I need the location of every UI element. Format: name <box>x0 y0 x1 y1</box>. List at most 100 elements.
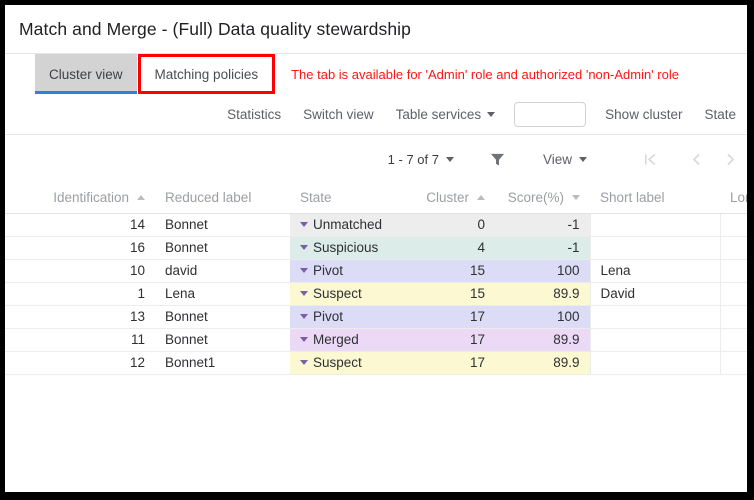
column-header-identification[interactable]: Identification <box>5 183 155 214</box>
column-header-score[interactable]: Score(%) <box>495 183 590 214</box>
first-page-button[interactable] <box>633 144 667 174</box>
table-services-menu[interactable]: Table services <box>385 107 507 122</box>
tab-cluster-view[interactable]: Cluster view <box>35 54 137 94</box>
state-label: Unmatched <box>313 217 383 232</box>
cell-state: Suspicious <box>290 236 400 260</box>
filter-icon <box>490 153 505 165</box>
page-title-bar: Match and Merge - (Full) Data quality st… <box>5 5 747 53</box>
state-label: Merged <box>313 332 359 347</box>
table-services-label: Table services <box>395 106 482 122</box>
cell-identification: 13 <box>5 305 155 329</box>
cell-state: Pivot <box>290 259 400 283</box>
statistics-label: Statistics <box>227 106 282 122</box>
state-label: Pivot <box>313 263 344 278</box>
grid-empty-space <box>5 374 747 465</box>
column-header-label: Short label <box>600 190 665 206</box>
cell-identification: 16 <box>5 236 155 260</box>
pagination-bar: 1 - 7 of 7 View <box>5 135 747 183</box>
table-row[interactable]: 13 Bonnet Pivot 17 100 <box>5 305 747 329</box>
data-grid-container[interactable]: Identification Reduced label State Cluster S… <box>5 183 747 375</box>
cell-cluster: 17 <box>400 351 495 375</box>
cell-short_label <box>589 213 720 237</box>
state-expand-icon[interactable] <box>300 222 308 227</box>
cell-long_label <box>719 328 747 352</box>
table-row[interactable]: 1 Lena Suspect 15 89.9 David <box>5 282 747 306</box>
cell-reduced_label: Bonnet <box>155 236 290 260</box>
column-header-short_label[interactable]: Short label <box>590 183 720 214</box>
column-header-label: Identification <box>53 190 129 206</box>
sort-ascending-icon <box>137 195 145 201</box>
cell-identification: 1 <box>5 282 155 306</box>
filter-button[interactable] <box>490 152 505 167</box>
page-title: Match and Merge - (Full) Data quality st… <box>19 18 412 39</box>
column-header-cluster[interactable]: Cluster <box>400 183 495 214</box>
cell-reduced_label: Bonnet <box>155 328 290 352</box>
search-input[interactable] <box>514 101 587 127</box>
cell-long_label <box>719 351 747 375</box>
state-expand-icon[interactable] <box>300 245 308 250</box>
show-cluster-label: Show cluster <box>605 106 683 122</box>
cell-cluster: 4 <box>400 236 495 260</box>
state-expand-icon[interactable] <box>300 314 308 319</box>
application-window: Match and Merge - (Full) Data quality st… <box>5 5 747 492</box>
page-range-label: 1 - 7 of 7 <box>387 151 439 167</box>
tab-matching-policies-label: Matching policies <box>154 66 259 82</box>
state-expand-icon[interactable] <box>300 360 308 365</box>
column-header-label: State <box>300 190 332 206</box>
cell-long_label <box>719 236 747 260</box>
cell-cluster: 17 <box>400 305 495 329</box>
table-row[interactable]: 10 david Pivot 15 100 Lena <box>5 259 747 283</box>
cell-identification: 14 <box>5 213 155 237</box>
cell-state: Merged <box>290 328 400 352</box>
cell-cluster: 15 <box>400 282 495 306</box>
cell-identification: 12 <box>5 351 155 375</box>
cell-score: 89.9 <box>495 282 590 306</box>
view-menu[interactable]: View <box>543 152 587 167</box>
grid-header: Identification Reduced label State Cluster S… <box>5 183 747 214</box>
cell-score: 100 <box>495 259 590 283</box>
table-row[interactable]: 16 Bonnet Suspicious 4 -1 <box>5 236 747 260</box>
cell-cluster: 17 <box>400 328 495 352</box>
table-row[interactable]: 12 Bonnet1 Suspect 17 89.9 <box>5 351 747 375</box>
previous-page-button[interactable] <box>679 144 713 174</box>
page-range-selector[interactable]: 1 - 7 of 7 <box>388 152 454 167</box>
switch-view-button[interactable]: Switch view <box>292 107 385 122</box>
column-header-state[interactable]: State <box>290 183 400 214</box>
cell-score: 89.9 <box>495 351 590 375</box>
state-label: Suspect <box>313 355 362 370</box>
column-header-label: Score(%) <box>507 190 564 206</box>
state-label: Suspect <box>313 286 362 301</box>
cell-short_label <box>589 328 720 352</box>
state-expand-icon[interactable] <box>300 268 308 273</box>
statistics-button[interactable]: Statistics <box>216 107 292 122</box>
chevron-right-icon <box>726 153 734 165</box>
column-header-label: Reduced label <box>165 190 252 206</box>
cluster-data-grid: Identification Reduced label State Cluster S… <box>5 183 747 375</box>
cell-short_label <box>589 305 720 329</box>
grid-body: 14 Bonnet Unmatched 0 -1 16 Bonnet Suspicious 4-… <box>5 213 747 375</box>
state-button[interactable]: State <box>693 107 747 122</box>
state-expand-icon[interactable] <box>300 337 308 342</box>
switch-view-label: Switch view <box>303 106 374 122</box>
next-page-button[interactable] <box>713 144 747 174</box>
column-header-long_label[interactable]: Long label <box>720 183 747 214</box>
cell-score: 89.9 <box>495 328 590 352</box>
cell-score: -1 <box>495 236 590 260</box>
table-row[interactable]: 14 Bonnet Unmatched 0 -1 <box>5 213 747 237</box>
sort-ascending-icon <box>477 195 485 201</box>
cell-cluster: 0 <box>400 213 495 237</box>
table-row[interactable]: 11 Bonnet Merged 17 89.9 <box>5 328 747 352</box>
pager-controls <box>633 144 747 174</box>
cell-long_label <box>719 305 747 329</box>
cell-score: 100 <box>495 305 590 329</box>
column-header-reduced_label[interactable]: Reduced label <box>155 183 290 214</box>
cell-reduced_label: Lena <box>155 282 290 306</box>
cell-state: Unmatched <box>290 213 400 237</box>
cell-score: -1 <box>495 213 590 237</box>
cell-long_label <box>719 282 747 306</box>
show-cluster-button[interactable]: Show cluster <box>594 107 693 122</box>
tab-matching-policies[interactable]: Matching policies <box>137 54 276 94</box>
state-expand-icon[interactable] <box>300 291 308 296</box>
cell-state: Suspect <box>290 282 400 306</box>
cell-identification: 11 <box>5 328 155 352</box>
